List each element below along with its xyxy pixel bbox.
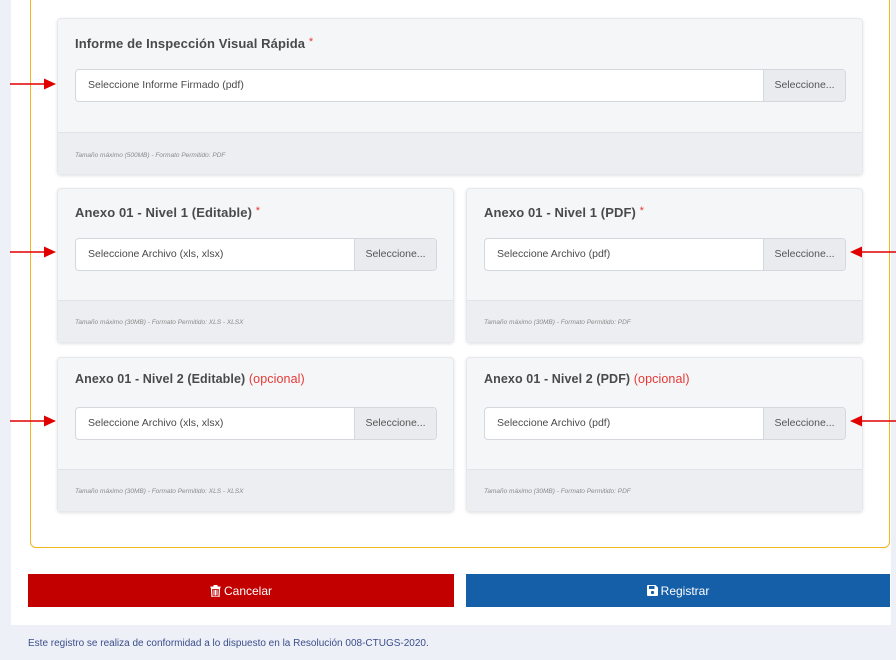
card-anexo-nivel1-pdf: Anexo 01 - Nivel 1 (PDF) * Seleccione Ar… bbox=[466, 188, 863, 343]
anexo-n1-pdf-file-input[interactable]: Seleccione Archivo (pdf) Seleccione... bbox=[484, 238, 846, 271]
browse-button[interactable]: Seleccione... bbox=[763, 70, 845, 101]
arrow-right-icon bbox=[10, 246, 56, 258]
required-marker: * bbox=[255, 205, 261, 217]
card-footer: Tamaño máximo (30MB) - Formato Permitido… bbox=[58, 469, 453, 511]
file-input-placeholder[interactable]: Seleccione Archivo (xls, xlsx) bbox=[76, 408, 354, 439]
page-left-gutter bbox=[0, 0, 11, 660]
card-title-text: Anexo 01 - Nivel 2 (PDF) bbox=[484, 372, 631, 386]
file-constraints-note: Tamaño máximo (30MB) - Formato Permitido… bbox=[484, 319, 631, 326]
card-anexo-nivel2-editable: Anexo 01 - Nivel 2 (Editable) (opcional)… bbox=[57, 357, 454, 512]
card-footer: Tamaño máximo (30MB) - Formato Permitido… bbox=[467, 300, 862, 342]
card-title: Anexo 01 - Nivel 1 (Editable) * bbox=[75, 205, 260, 220]
card-anexo-nivel1-editable: Anexo 01 - Nivel 1 (Editable) * Seleccio… bbox=[57, 188, 454, 343]
arrow-right-icon bbox=[10, 415, 56, 427]
file-input-placeholder[interactable]: Seleccione Archivo (pdf) bbox=[485, 239, 763, 270]
optional-marker: (opcional) bbox=[633, 372, 690, 386]
legal-notice: Este registro se realiza de conformidad … bbox=[28, 638, 429, 649]
browse-button[interactable]: Seleccione... bbox=[354, 239, 436, 270]
card-title-text: Anexo 01 - Nivel 2 (Editable) bbox=[75, 372, 246, 386]
card-title: Anexo 01 - Nivel 1 (PDF) * bbox=[484, 205, 644, 220]
card-footer: Tamaño máximo (500MB) - Formato Permitid… bbox=[58, 132, 862, 174]
card-title: Anexo 01 - Nivel 2 (Editable) (opcional) bbox=[75, 372, 305, 386]
anexo-n1-editable-file-input[interactable]: Seleccione Archivo (xls, xlsx) Seleccion… bbox=[75, 238, 437, 271]
file-constraints-note: Tamaño máximo (500MB) - Formato Permitid… bbox=[75, 152, 226, 159]
required-marker: * bbox=[639, 205, 645, 217]
arrow-left-icon bbox=[850, 246, 896, 258]
file-input-placeholder[interactable]: Seleccione Informe Firmado (pdf) bbox=[76, 70, 763, 101]
file-constraints-note: Tamaño máximo (30MB) - Formato Permitido… bbox=[484, 488, 631, 495]
cancel-button-label[interactable]: Cancelar bbox=[224, 584, 272, 598]
register-button[interactable]: Registrar bbox=[466, 574, 890, 607]
required-marker: * bbox=[308, 36, 314, 48]
card-footer: Tamaño máximo (30MB) - Formato Permitido… bbox=[467, 469, 862, 511]
card-footer: Tamaño máximo (30MB) - Formato Permitido… bbox=[58, 300, 453, 342]
file-constraints-note: Tamaño máximo (30MB) - Formato Permitido… bbox=[75, 319, 244, 326]
page-right-gutter bbox=[891, 0, 896, 660]
footer-band: Este registro se realiza de conformidad … bbox=[11, 625, 891, 660]
anexo-n2-editable-file-input[interactable]: Seleccione Archivo (xls, xlsx) Seleccion… bbox=[75, 407, 437, 440]
browse-button[interactable]: Seleccione... bbox=[763, 239, 845, 270]
file-input-placeholder[interactable]: Seleccione Archivo (pdf) bbox=[485, 408, 763, 439]
file-input-placeholder[interactable]: Seleccione Archivo (xls, xlsx) bbox=[76, 239, 354, 270]
card-title: Informe de Inspección Visual Rápida * bbox=[75, 36, 313, 51]
file-constraints-note: Tamaño máximo (30MB) - Formato Permitido… bbox=[75, 488, 244, 495]
register-button-label[interactable]: Registrar bbox=[661, 584, 710, 598]
card-title-text: Anexo 01 - Nivel 1 (PDF) bbox=[484, 205, 636, 220]
arrow-left-icon bbox=[850, 415, 896, 427]
cancel-button[interactable]: Cancelar bbox=[28, 574, 454, 607]
card-title: Anexo 01 - Nivel 2 (PDF) (opcional) bbox=[484, 372, 690, 386]
optional-marker: (opcional) bbox=[248, 372, 305, 386]
informe-file-input[interactable]: Seleccione Informe Firmado (pdf) Selecci… bbox=[75, 69, 846, 102]
anexo-n2-pdf-file-input[interactable]: Seleccione Archivo (pdf) Seleccione... bbox=[484, 407, 846, 440]
browse-button[interactable]: Seleccione... bbox=[354, 408, 436, 439]
trash-icon bbox=[210, 584, 221, 597]
card-title-text: Informe de Inspección Visual Rápida bbox=[75, 36, 306, 51]
card-title-text: Anexo 01 - Nivel 1 (Editable) bbox=[75, 205, 253, 220]
floppy-disk-icon bbox=[646, 585, 658, 596]
arrow-right-icon bbox=[10, 78, 56, 90]
browse-button[interactable]: Seleccione... bbox=[763, 408, 845, 439]
card-informe-inspeccion: Informe de Inspección Visual Rápida * Se… bbox=[57, 18, 863, 175]
card-anexo-nivel2-pdf: Anexo 01 - Nivel 2 (PDF) (opcional) Sele… bbox=[466, 357, 863, 512]
